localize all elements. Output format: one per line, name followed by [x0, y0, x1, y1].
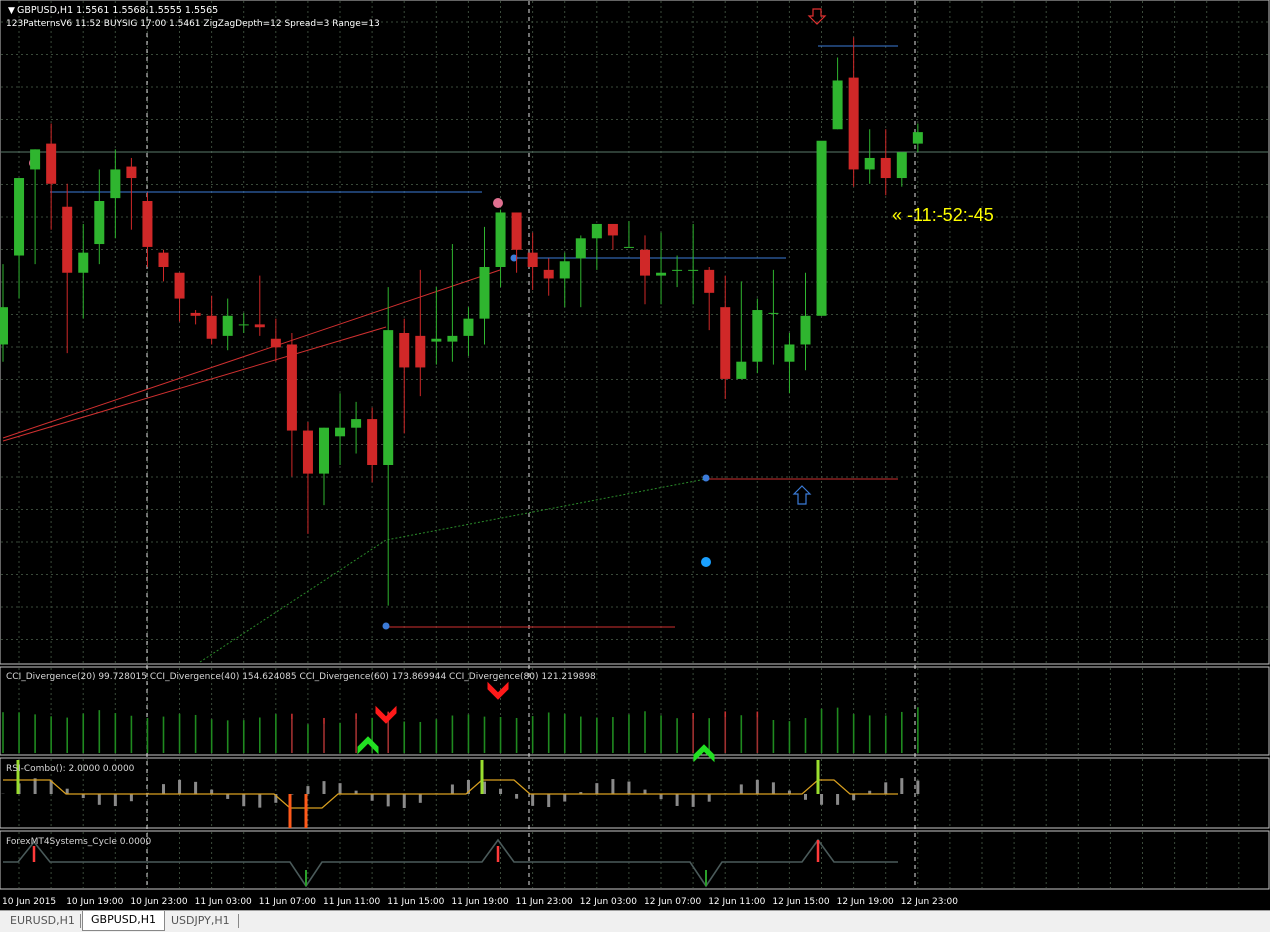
- pattern-dot: [382, 622, 390, 630]
- candle-body: [591, 223, 602, 239]
- candle-body: [78, 252, 89, 273]
- candle-body: [656, 272, 667, 276]
- candle-body: [302, 430, 313, 474]
- time-axis-label: 11 Jun 15:00: [387, 897, 444, 907]
- candle-body: [607, 223, 618, 236]
- candle-body: [720, 307, 731, 379]
- candle-body: [126, 166, 137, 179]
- candle-body: [415, 335, 426, 368]
- candle-body: [527, 252, 538, 267]
- candle-body: [142, 201, 153, 247]
- candle-body: [704, 269, 715, 293]
- candle-body: [351, 419, 362, 428]
- cci-panel-label: CCI_Divergence(20) 99.728015 CCI_Diverge…: [6, 672, 596, 682]
- candle-body: [896, 152, 907, 179]
- indicator-info-text: 123PatternsV6 11:52 BUYSIG 17:00 1.5461 …: [6, 19, 380, 29]
- candle-body: [110, 169, 121, 199]
- candle-body: [62, 206, 73, 273]
- time-axis-label: 11 Jun 23:00: [516, 897, 573, 907]
- candle-body: [543, 269, 554, 279]
- candle-body: [688, 269, 699, 271]
- candle-body: [623, 246, 634, 248]
- time-axis: 10 Jun 2015 10 Jun 19:00 10 Jun 23:00 11 Ju…: [2, 897, 958, 907]
- time-axis-label: 11 Jun 11:00: [323, 897, 380, 907]
- pattern-dot: [701, 557, 711, 567]
- candle-body: [447, 335, 458, 342]
- candle-body: [752, 310, 763, 362]
- chart-tab-bar: EURUSD,H1 GBPUSD,H1 USDJPY,H1: [0, 910, 1270, 932]
- tab-separator: [238, 914, 239, 928]
- candle-body: [174, 272, 185, 299]
- tab-gbpusd[interactable]: GBPUSD,H1: [82, 911, 165, 931]
- candle-body: [286, 344, 297, 431]
- time-axis-label: 12 Jun 15:00: [772, 897, 829, 907]
- candle-body: [238, 324, 249, 326]
- time-axis-label: 12 Jun 23:00: [901, 897, 958, 907]
- tab-eurusd[interactable]: EURUSD,H1: [2, 912, 83, 930]
- tab-separator: [80, 914, 81, 928]
- candle-body: [30, 149, 41, 170]
- candle-body: [800, 315, 811, 345]
- time-axis-label: 10 Jun 2015: [2, 897, 56, 907]
- candle-body: [495, 212, 506, 267]
- candle-body: [479, 267, 490, 319]
- candle-body: [319, 427, 329, 474]
- candle-body: [158, 252, 169, 267]
- candle-body: [848, 77, 859, 170]
- cycle-panel-label: ForexMT4Systems_Cycle 0.0000: [6, 837, 152, 847]
- candle-body: [270, 338, 281, 348]
- candle-body: [880, 157, 891, 179]
- candle-body: [832, 80, 843, 130]
- chart-window[interactable]: 10 Jun 2015 10 Jun 19:00 10 Jun 23:00 11 Ju…: [0, 0, 1270, 910]
- candle-body: [463, 318, 474, 336]
- time-axis-label: 12 Jun 11:00: [708, 897, 765, 907]
- candle-body: [46, 143, 57, 184]
- collapse-arrow-icon[interactable]: ▼: [8, 6, 15, 16]
- candle-body: [672, 269, 683, 271]
- candle-body: [190, 312, 201, 316]
- chart-background: [0, 0, 1270, 910]
- symbol-info-text: GBPUSD,H1 1.5561 1.5568 1.5555 1.5565: [17, 5, 218, 16]
- candle-body: [431, 338, 442, 342]
- time-axis-label: 11 Jun 19:00: [451, 897, 508, 907]
- candle-body: [575, 238, 586, 259]
- tab-usdjpy[interactable]: USDJPY,H1: [163, 912, 238, 930]
- candle-body: [784, 344, 795, 362]
- time-axis-label: 12 Jun 03:00: [580, 897, 637, 907]
- time-axis-label: 12 Jun 19:00: [837, 897, 894, 907]
- time-axis-label: 11 Jun 07:00: [259, 897, 316, 907]
- rsi-panel-label: RSI-Combo(): 2.0000 0.0000: [6, 764, 135, 774]
- candle-body: [14, 178, 25, 256]
- candle-body: [254, 324, 265, 328]
- candle-body: [511, 212, 522, 250]
- candle-body: [912, 132, 923, 144]
- candle-body: [206, 315, 217, 339]
- time-axis-label: 10 Jun 23:00: [130, 897, 187, 907]
- candle-body: [640, 249, 650, 276]
- candle-body: [864, 157, 875, 170]
- time-axis-label: 11 Jun 03:00: [195, 897, 252, 907]
- time-axis-label: 10 Jun 19:00: [66, 897, 123, 907]
- bar-countdown-text: « -11:-52:-45: [892, 205, 994, 225]
- candle-body: [399, 333, 410, 368]
- candle-body: [367, 419, 378, 465]
- time-axis-label: 12 Jun 07:00: [644, 897, 701, 907]
- candle-body: [736, 361, 747, 379]
- candle-body: [335, 427, 346, 437]
- candle-body: [222, 315, 233, 336]
- candle-body: [768, 312, 779, 314]
- pattern-dot: [702, 474, 710, 482]
- candle-body: [559, 261, 570, 279]
- chart-canvas[interactable]: 10 Jun 2015 10 Jun 19:00 10 Jun 23:00 11 Ju…: [0, 0, 1270, 910]
- candle-body: [0, 307, 8, 345]
- candle-body: [383, 330, 394, 465]
- pattern-dot: [493, 198, 503, 208]
- candle-body: [816, 140, 827, 316]
- candle-body: [94, 201, 105, 245]
